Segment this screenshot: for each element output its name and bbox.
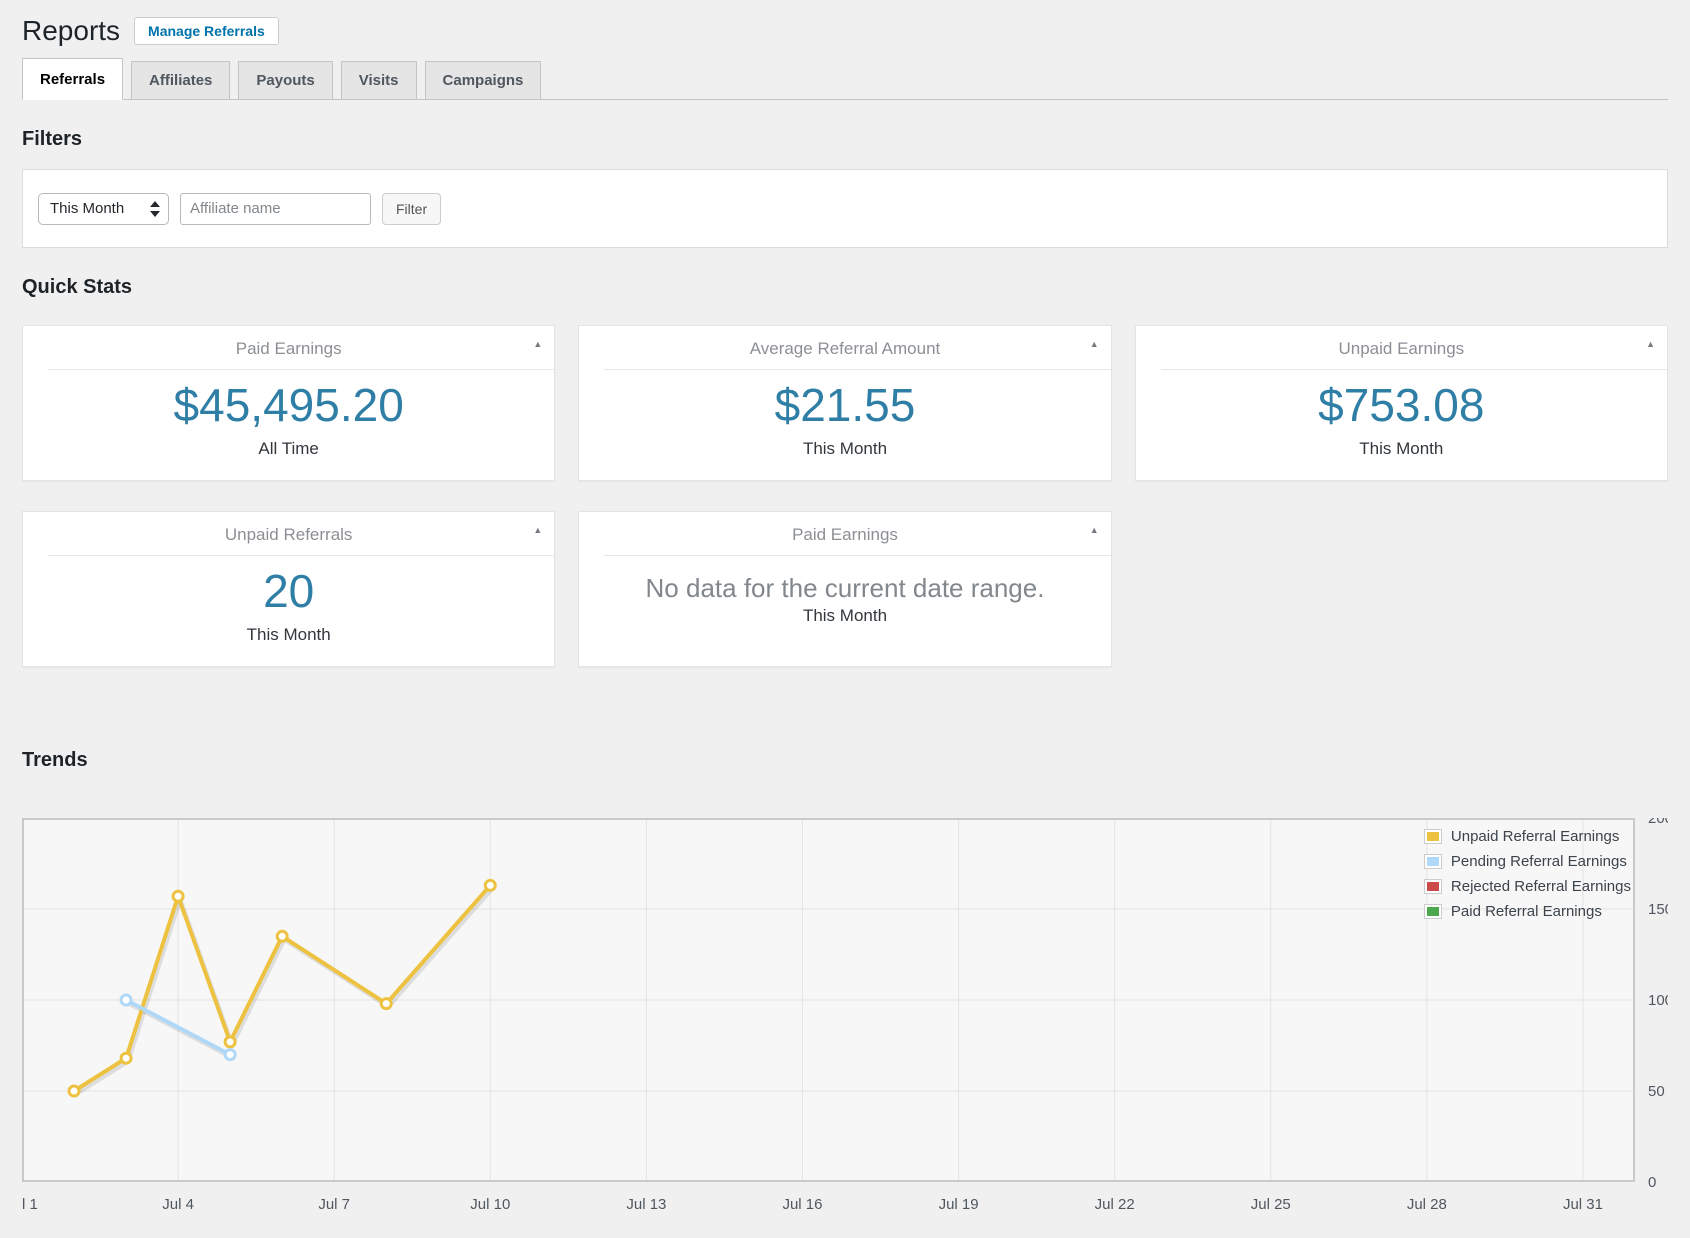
legend-item: Rejected Referral Earnings (1424, 878, 1631, 895)
stat-card-title: Average Referral Amount (750, 339, 941, 358)
page-header: Reports Manage Referrals (22, 14, 1668, 48)
tab-affiliates[interactable]: Affiliates (131, 61, 230, 99)
svg-text:Jul 10: Jul 10 (470, 1196, 510, 1213)
legend-swatch-icon (1424, 904, 1442, 919)
stat-card-period: This Month (579, 606, 1110, 626)
collapse-triangle-icon[interactable]: ▲ (533, 526, 542, 535)
collapse-triangle-icon[interactable]: ▲ (1090, 526, 1099, 535)
divider (1161, 369, 1667, 370)
stat-card-unpaid-earnings: Unpaid Earnings ▲ $753.08 This Month (1135, 325, 1668, 481)
report-tabs: Referrals Affiliates Payouts Visits Camp… (22, 58, 1668, 100)
filters-heading: Filters (22, 128, 1668, 151)
stat-card-period: This Month (1136, 439, 1667, 459)
page-title: Reports (22, 15, 120, 47)
svg-text:Jul 22: Jul 22 (1095, 1196, 1135, 1213)
legend-item: Paid Referral Earnings (1424, 903, 1631, 920)
legend-swatch-icon (1424, 854, 1442, 869)
data-point (121, 995, 131, 1005)
svg-text:Jul 13: Jul 13 (626, 1196, 666, 1213)
svg-text:Jul 4: Jul 4 (162, 1196, 194, 1213)
stat-card-value: $753.08 (1136, 380, 1667, 432)
filters-panel: This Month Filter (22, 169, 1668, 248)
quick-stats-heading: Quick Stats (22, 276, 1668, 299)
stat-card-period: This Month (579, 439, 1110, 459)
legend-label: Unpaid Referral Earnings (1451, 828, 1619, 845)
divider (48, 369, 554, 370)
svg-text:Jul 25: Jul 25 (1251, 1196, 1291, 1213)
collapse-triangle-icon[interactable]: ▲ (1090, 340, 1099, 349)
stat-card-unpaid-referrals: Unpaid Referrals ▲ 20 This Month (22, 511, 555, 667)
y-axis-labels: 0 50 100 150 200 (1648, 818, 1668, 1191)
data-point (485, 880, 495, 890)
date-range-select-wrap: This Month (38, 193, 169, 225)
stat-card-period: All Time (23, 439, 554, 459)
manage-referrals-button[interactable]: Manage Referrals (134, 17, 279, 45)
stat-card-value: 20 (23, 566, 554, 618)
divider (48, 555, 554, 556)
svg-text:Jul 1: Jul 1 (22, 1196, 38, 1213)
svg-text:50: 50 (1648, 1083, 1665, 1100)
stat-card-average-referral-amount: Average Referral Amount ▲ $21.55 This Mo… (578, 325, 1111, 481)
svg-text:100: 100 (1648, 992, 1668, 1009)
stat-card-title: Paid Earnings (236, 339, 342, 358)
trends-heading: Trends (22, 749, 1668, 772)
divider (604, 555, 1110, 556)
stat-card-paid-earnings: Paid Earnings ▲ $45,495.20 All Time (22, 325, 555, 481)
svg-text:Jul 16: Jul 16 (782, 1196, 822, 1213)
svg-text:200: 200 (1648, 818, 1668, 827)
data-point (381, 999, 391, 1009)
svg-text:Jul 19: Jul 19 (939, 1196, 979, 1213)
stat-card-title: Unpaid Earnings (1338, 339, 1464, 358)
filter-button[interactable]: Filter (382, 193, 441, 225)
collapse-triangle-icon[interactable]: ▲ (1646, 340, 1655, 349)
data-point (69, 1086, 79, 1096)
stat-card-no-data-message: No data for the current date range. (579, 572, 1110, 604)
tab-visits[interactable]: Visits (341, 61, 417, 99)
svg-text:Jul 7: Jul 7 (318, 1196, 350, 1213)
affiliate-name-input[interactable] (180, 193, 371, 225)
tab-campaigns[interactable]: Campaigns (425, 61, 542, 99)
legend-label: Pending Referral Earnings (1451, 853, 1627, 870)
collapse-triangle-icon[interactable]: ▲ (533, 340, 542, 349)
divider (604, 369, 1110, 370)
data-point (225, 1037, 235, 1047)
tab-payouts[interactable]: Payouts (238, 61, 332, 99)
svg-text:150: 150 (1648, 901, 1668, 918)
chart-legend: Unpaid Referral Earnings Pending Referral… (1424, 828, 1631, 920)
legend-label: Rejected Referral Earnings (1451, 878, 1631, 895)
data-point (173, 891, 183, 901)
quick-stats-grid: Paid Earnings ▲ $45,495.20 All Time Aver… (22, 325, 1668, 667)
svg-text:0: 0 (1648, 1174, 1656, 1191)
legend-swatch-icon (1424, 879, 1442, 894)
stat-card-value: $21.55 (579, 380, 1110, 432)
date-range-select[interactable]: This Month (38, 193, 169, 225)
svg-text:Jul 28: Jul 28 (1407, 1196, 1447, 1213)
legend-swatch-icon (1424, 829, 1442, 844)
trends-chart-canvas: Jul 1 Jul 4 Jul 7 Jul 10 Jul 13 Jul 16 Jul 19 J… (22, 818, 1668, 1228)
x-axis-labels: Jul 1 Jul 4 Jul 7 Jul 10 Jul 13 Jul 16 Jul 19 J… (22, 1196, 1603, 1213)
data-point (277, 931, 287, 941)
stat-card-title: Paid Earnings (792, 525, 898, 544)
stat-card-period: This Month (23, 625, 554, 645)
legend-item: Pending Referral Earnings (1424, 853, 1631, 870)
tab-referrals[interactable]: Referrals (22, 58, 123, 100)
data-point (225, 1050, 235, 1060)
legend-label: Paid Referral Earnings (1451, 903, 1602, 920)
legend-item: Unpaid Referral Earnings (1424, 828, 1631, 845)
trends-chart: Jul 1 Jul 4 Jul 7 Jul 10 Jul 13 Jul 16 Jul 19 J… (22, 818, 1668, 1228)
stat-card-title: Unpaid Referrals (225, 525, 353, 544)
svg-text:Jul 31: Jul 31 (1563, 1196, 1603, 1213)
data-point (121, 1053, 131, 1063)
stat-card-value: $45,495.20 (23, 380, 554, 432)
stat-card-paid-earnings-month: Paid Earnings ▲ No data for the current … (578, 511, 1111, 667)
